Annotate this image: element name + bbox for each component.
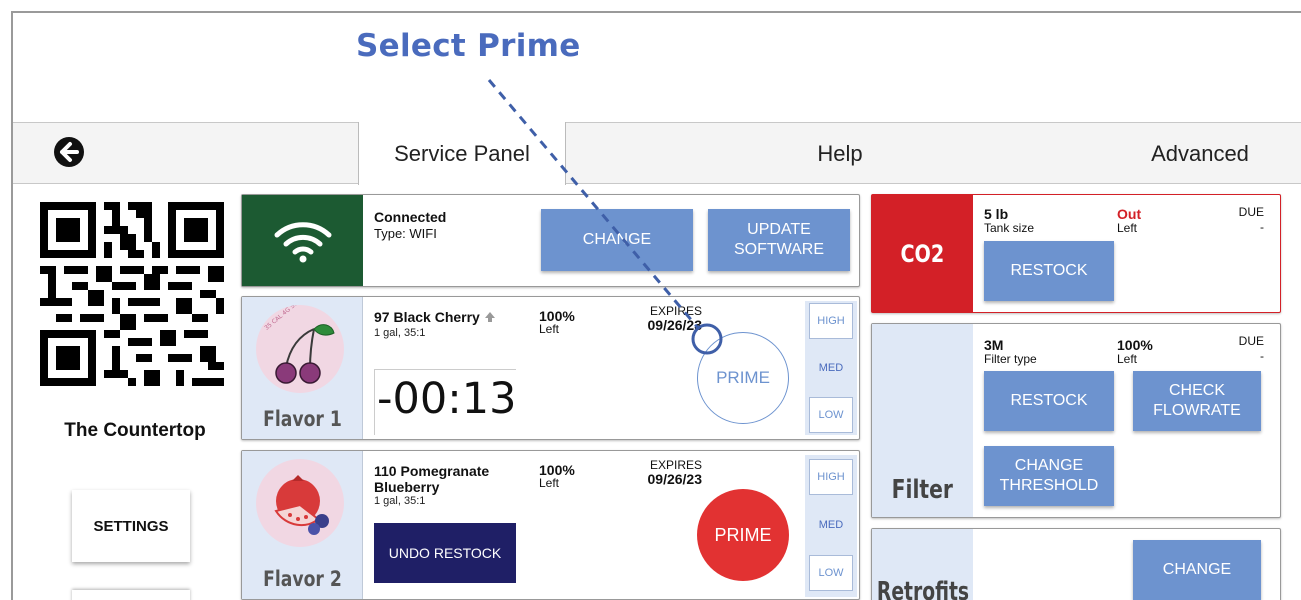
co2-restock-label: RESTOCK: [1010, 262, 1088, 279]
threshold-line1: CHANGE: [1014, 457, 1084, 474]
flavor-card-1: 35 CAL 4G SUGAR Flavor 1 97 Black Cherry…: [241, 296, 860, 440]
flavor-percent-label: Left: [539, 322, 560, 336]
retrofits-title: Retrofits: [876, 577, 969, 600]
wifi-icon: [274, 221, 331, 262]
co2-tank-value: 5 lb: [984, 206, 1009, 222]
flavor-size: 1 gal, 35:1: [374, 327, 426, 339]
co2-due-label: DUE: [1238, 205, 1264, 219]
co2-title-box: CO2: [872, 195, 973, 312]
level-med-button[interactable]: MED: [809, 507, 853, 543]
wifi-card: Connected Type: WIFI CHANGE UPDATE SOFTW…: [241, 194, 860, 287]
filter-title-box: Filter: [872, 324, 973, 517]
filter-left-label: Left: [1117, 352, 1138, 366]
retrofits-change-label: CHANGE: [1162, 561, 1232, 578]
filter-type-label: Filter type: [984, 352, 1037, 366]
arrow-up-icon: [484, 312, 495, 322]
check-line1: CHECK: [1168, 382, 1225, 399]
undo-restock-button[interactable]: UNDO RESTOCK: [374, 523, 516, 583]
check-flowrate-button[interactable]: CHECK FLOWRATE: [1133, 371, 1261, 431]
level-med-button[interactable]: MED: [809, 350, 853, 386]
update-software-button[interactable]: UPDATE SOFTWARE: [708, 209, 850, 271]
co2-tank-label: Tank size: [984, 221, 1035, 235]
level-low-button[interactable]: LOW: [809, 397, 853, 433]
nutrition-badge-text: 35 CAL 4G SUGAR: [263, 305, 309, 332]
flavor-name: 110 Pomegranate Blueberry: [374, 463, 489, 495]
retrofits-card: Retrofits CHANGE: [871, 528, 1281, 600]
prime-timer: -00:13: [374, 369, 516, 435]
flavor-percent-label: Left: [539, 476, 560, 490]
level-low-button[interactable]: LOW: [809, 555, 853, 591]
filter-restock-label: RESTOCK: [1010, 392, 1088, 409]
prime-button[interactable]: PRIME: [697, 332, 789, 424]
co2-title: CO2: [900, 239, 945, 268]
flavor-slot-label: Flavor 1: [263, 407, 342, 431]
pomegranate-icon: [256, 459, 344, 547]
filter-title: Filter: [891, 475, 954, 505]
wifi-change-button[interactable]: CHANGE: [541, 209, 693, 271]
location-name: The Countertop: [64, 420, 206, 441]
expires-date: 09/26/23: [647, 317, 703, 334]
expires-label: EXPIRES: [649, 304, 702, 318]
prime-button-active[interactable]: PRIME: [697, 489, 789, 581]
expires-label: EXPIRES: [649, 458, 702, 472]
flavor-slot-panel: Flavor 2: [242, 451, 363, 599]
prime-label: PRIME: [714, 524, 772, 545]
wifi-status: Connected: [374, 209, 447, 225]
level-selector: HIGH MED LOW: [805, 455, 857, 597]
flavor-name-line1: 110 Pomegranate: [374, 463, 490, 479]
filter-card: Filter 3M Filter type 100% Left DUE - RE…: [871, 323, 1281, 518]
flavor-percent: 100% Left: [539, 463, 575, 489]
flavor-name-text: 97 Black Cherry: [374, 309, 480, 325]
arrow-left-circle-icon: [54, 137, 84, 167]
filter-left-value: 100%: [1117, 337, 1153, 353]
instruction-title: Select Prime: [356, 28, 581, 64]
tab-service-panel[interactable]: Service Panel: [358, 122, 566, 185]
flavor-percent: 100% Left: [539, 309, 575, 335]
update-line1: UPDATE: [747, 221, 811, 238]
check-line2: FLOWRATE: [1153, 402, 1241, 419]
threshold-line2: THRESHOLD: [999, 477, 1099, 494]
wifi-icon-box: [242, 195, 363, 286]
settings-button[interactable]: SETTINGS: [72, 490, 190, 562]
wifi-type: Type: WIFI: [374, 226, 437, 241]
flavor-slot-label: Flavor 2: [263, 567, 342, 591]
back-button[interactable]: [53, 136, 85, 168]
co2-due-value: -: [1260, 220, 1264, 234]
flavor-expiry: EXPIRES 09/26/23: [612, 304, 703, 334]
retrofits-title-box: Retrofits: [872, 529, 973, 600]
flavor-card-2: Flavor 2 110 Pomegranate Blueberry 1 gal…: [241, 450, 860, 600]
flavor-name-line2: Blueberry: [374, 479, 440, 496]
filter-due-label: DUE: [1238, 334, 1264, 348]
wifi-change-label: CHANGE: [582, 231, 652, 248]
retrofits-change-button[interactable]: CHANGE: [1133, 540, 1261, 600]
co2-card: CO2 5 lb Tank size Out Left DUE - RESTOC…: [871, 194, 1281, 313]
filter-restock-button[interactable]: RESTOCK: [984, 371, 1114, 431]
co2-left-label: Left: [1117, 221, 1138, 235]
sidebar-button-partial[interactable]: [72, 590, 190, 600]
co2-left-value: Out: [1117, 206, 1142, 222]
update-line2: SOFTWARE: [733, 241, 825, 258]
filter-due-value: -: [1260, 349, 1264, 363]
prime-label: PRIME: [716, 368, 770, 387]
expires-date: 09/26/23: [647, 471, 703, 488]
level-high-button[interactable]: HIGH: [809, 303, 853, 339]
flavor-name: 97 Black Cherry: [374, 309, 496, 325]
cherry-icon: 35 CAL 4G SUGAR: [256, 305, 344, 393]
tab-help[interactable]: Help: [760, 122, 920, 185]
qr-code-icon: [40, 202, 224, 386]
flavor-size: 1 gal, 35:1: [374, 495, 426, 507]
tab-advanced[interactable]: Advanced: [1120, 122, 1280, 185]
level-high-button[interactable]: HIGH: [809, 459, 853, 495]
flavor-expiry: EXPIRES 09/26/23: [612, 458, 703, 488]
top-nav: [13, 122, 1301, 184]
filter-type-value: 3M: [984, 337, 1004, 353]
flavor-slot-panel: 35 CAL 4G SUGAR Flavor 1: [242, 297, 363, 439]
level-selector: HIGH MED LOW: [805, 301, 857, 435]
co2-restock-button[interactable]: RESTOCK: [984, 241, 1114, 301]
change-threshold-button[interactable]: CHANGE THRESHOLD: [984, 446, 1114, 506]
